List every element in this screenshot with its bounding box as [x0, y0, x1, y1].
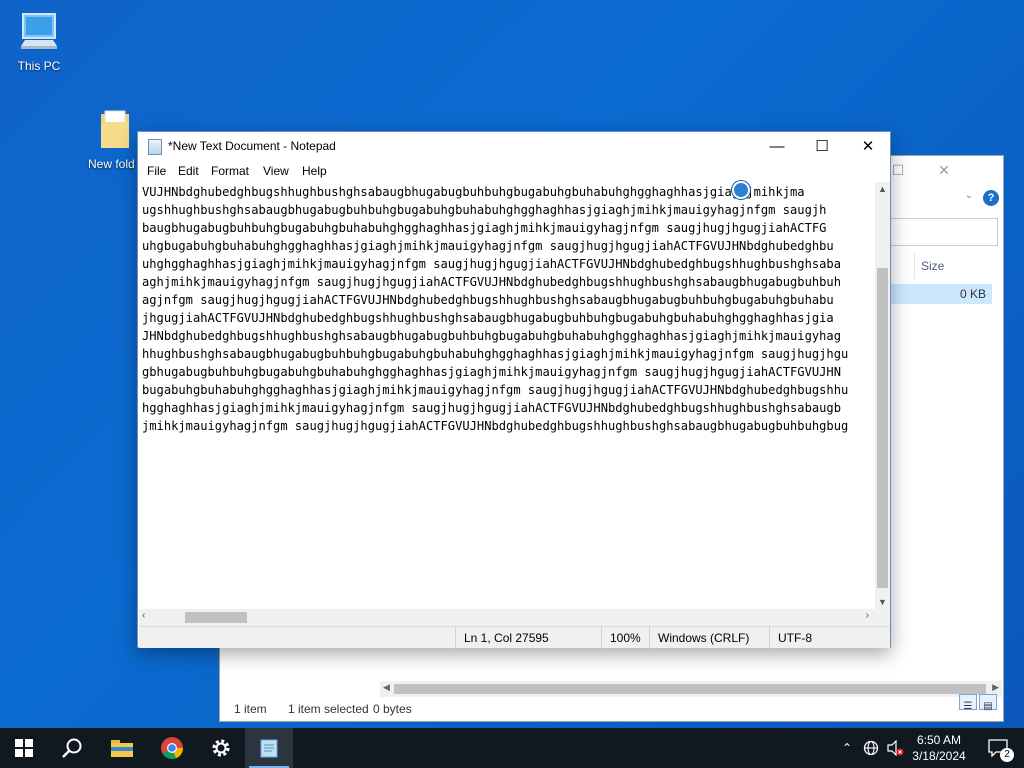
explorer-status-bar: 1 item 1 item selected 0 bytes ☰ ▤: [220, 694, 1003, 721]
status-bar: Ln 1, Col 27595 100% Windows (CRLF) UTF-…: [139, 626, 890, 649]
show-hidden-icons[interactable]: ⌃: [838, 728, 856, 768]
explorer-caption-buttons: ☐ ✕: [883, 156, 1003, 186]
scrollbar-corner: [875, 609, 890, 626]
notification-center-button[interactable]: 2: [978, 728, 1018, 768]
scrollbar-thumb[interactable]: [877, 268, 888, 588]
text-line: bugabuhgbuhabuhghgghaghhasjgiaghjmihkjma…: [142, 383, 849, 397]
text-line: hgghaghhasjgiaghjmihkjmauigyhagjnfgm sau…: [142, 401, 841, 415]
notepad-window[interactable]: *New Text Document - Notepad — ☐ ✕ File …: [137, 131, 891, 649]
clock[interactable]: 6:50 AM 3/18/2024: [906, 732, 972, 764]
menu-bar: File Edit Format View Help: [138, 162, 890, 182]
status-bytes: 0 bytes: [373, 702, 412, 716]
horizontal-scrollbar[interactable]: ‹ ›: [139, 609, 875, 626]
scroll-up-icon[interactable]: ▲: [878, 184, 887, 194]
text-line: hhughbushghsabaugbhugabugbuhbuhgbugabuhg…: [142, 347, 849, 361]
text-line: baugbhugabugbuhbuhgbugabuhgbuhabuhghggha…: [142, 221, 827, 235]
text-line: ugshhughbushghsabaugbhugabugbuhbuhgbugab…: [142, 203, 827, 217]
chevron-down-icon[interactable]: ⌄: [965, 190, 973, 201]
scroll-left-icon[interactable]: ◀: [383, 682, 390, 693]
window-title: *New Text Document - Notepad: [168, 139, 336, 153]
status-item-count: 1 item: [234, 702, 267, 716]
desktop-icon-label: This PC: [17, 59, 61, 73]
vertical-scrollbar[interactable]: ▲ ▼: [875, 182, 890, 609]
large-icons-view-icon[interactable]: ▤: [979, 694, 997, 712]
taskbar-chrome[interactable]: [148, 728, 196, 768]
menu-edit[interactable]: Edit: [178, 164, 199, 178]
notification-badge: 2: [1000, 748, 1014, 762]
status-line-ending: Windows (CRLF): [649, 627, 769, 649]
file-row[interactable]: 0 KB: [880, 284, 992, 304]
file-size: 0 KB: [959, 287, 986, 301]
menu-view[interactable]: View: [263, 164, 289, 178]
scroll-left-icon[interactable]: ‹: [142, 610, 145, 621]
text-line: uhghgghaghhasjgiaghjmihkjmauigyhagjnfgm …: [142, 257, 841, 271]
network-icon[interactable]: [860, 728, 882, 768]
notepad-icon: [260, 739, 278, 758]
search-input[interactable]: [888, 218, 998, 246]
volume-muted-icon[interactable]: [884, 728, 906, 768]
computer-icon: [21, 13, 57, 49]
text-line: VUJHNbdghubedghbugshhughbushghsabaugbhug…: [142, 185, 805, 199]
desktop-icon-this-pc[interactable]: This PC: [4, 10, 74, 73]
search-icon: [62, 738, 82, 758]
text-line: aghjmihkjmauigyhagjnfgm saugjhugjhgugjia…: [142, 275, 841, 289]
gear-icon: [212, 739, 230, 757]
status-cursor-position: Ln 1, Col 27595: [455, 627, 603, 649]
text-line: JHNbdghubedghbugshhughbushghsabaugbhugab…: [142, 329, 841, 343]
windows-logo-icon: [15, 739, 33, 757]
status-zoom: 100%: [601, 627, 651, 649]
text-editor[interactable]: VUJHNbdghubedghbugshhughbushghsabaugbhug…: [139, 182, 875, 609]
maximize-icon[interactable]: ☐: [799, 132, 845, 162]
details-view-icon[interactable]: ☰: [959, 694, 977, 712]
clock-date: 3/18/2024: [912, 749, 966, 763]
mouse-cursor-icon: [732, 181, 750, 199]
search-button[interactable]: [48, 728, 96, 768]
horizontal-scrollbar[interactable]: ◀ ▶: [380, 681, 1002, 697]
menu-format[interactable]: Format: [211, 164, 249, 178]
scroll-right-icon[interactable]: ▶: [992, 682, 999, 693]
text-line: uhgbugabuhgbuhabuhghgghaghhasjgiaghjmihk…: [142, 239, 834, 253]
help-icon[interactable]: ?: [983, 190, 999, 206]
folder-icon: [101, 110, 129, 148]
view-toggle: ☰ ▤: [957, 693, 997, 717]
text-line: jmihkjmauigyhagjnfgm saugjhugjhgugjiahAC…: [142, 419, 849, 433]
globe-icon: [863, 740, 879, 756]
text-line: agjnfgm saugjhugjhgugjiahACTFGVUJHNbdghu…: [142, 293, 834, 307]
scroll-right-icon[interactable]: ›: [866, 610, 869, 621]
chrome-icon: [161, 737, 184, 760]
taskbar: ⌃ 6:50 AM 3/18/2024 2: [0, 728, 1024, 768]
taskbar-notepad[interactable]: [245, 728, 293, 768]
text-line: jhgugjiahACTFGVUJHNbdghubedghbugshhughbu…: [142, 311, 834, 325]
menu-help[interactable]: Help: [302, 164, 327, 178]
scrollbar-thumb[interactable]: [185, 612, 247, 623]
column-header-size[interactable]: Size: [914, 253, 1002, 279]
menu-file[interactable]: File: [147, 164, 166, 178]
clock-time: 6:50 AM: [916, 733, 962, 747]
taskbar-settings[interactable]: [197, 728, 245, 768]
title-bar[interactable]: *New Text Document - Notepad — ☐ ✕: [138, 132, 890, 162]
close-icon[interactable]: ✕: [845, 132, 891, 162]
taskbar-file-explorer[interactable]: [98, 728, 146, 768]
status-selected: 1 item selected: [288, 702, 369, 716]
speaker-icon: [887, 740, 904, 756]
close-icon[interactable]: ✕: [921, 162, 967, 182]
minimize-icon[interactable]: —: [754, 132, 800, 162]
folder-icon: [111, 740, 133, 757]
scroll-down-icon[interactable]: ▼: [878, 597, 887, 607]
notepad-icon: [148, 139, 162, 155]
status-encoding: UTF-8: [769, 627, 890, 649]
start-button[interactable]: [0, 728, 48, 768]
text-line: gbhugabugbuhbuhgbugabuhgbuhabuhghgghaghh…: [142, 365, 841, 379]
scrollbar-thumb[interactable]: [394, 684, 986, 694]
